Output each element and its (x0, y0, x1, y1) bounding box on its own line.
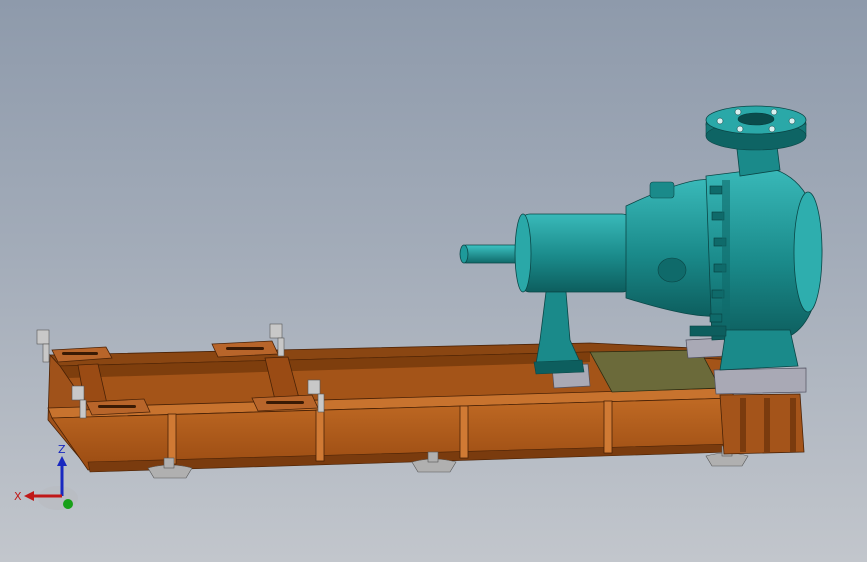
axis-z-label: Z (58, 443, 66, 456)
coordinate-triad: Z X (14, 443, 78, 510)
bearing-housing (519, 213, 633, 293)
centrifugal-pump[interactable] (459, 105, 823, 375)
base-frame[interactable] (36, 323, 749, 479)
pump-assembly-model[interactable] (0, 0, 867, 562)
bearing-support-foot (535, 291, 581, 365)
pump-adapter-cone (625, 179, 717, 317)
casing-foot (719, 329, 799, 371)
pump-base-stand (719, 393, 805, 455)
cad-viewport[interactable]: Z X (0, 0, 867, 562)
axis-y-icon (63, 499, 73, 509)
axis-x-label: X (14, 490, 22, 503)
